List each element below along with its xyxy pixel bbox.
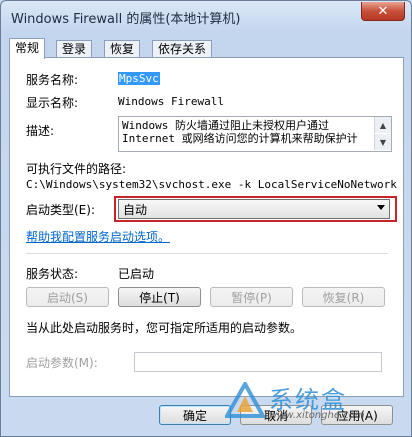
- description-box[interactable]: Windows 防火墙通过阻止未授权用户通过 Internet 或网络访问您的计…: [118, 116, 392, 152]
- start-params-label: 启动参数(M):: [26, 356, 98, 370]
- scroll-down-icon[interactable]: ▼: [374, 134, 391, 150]
- section-divider: [26, 253, 388, 254]
- exe-path-value: C:\Windows\system32\svchost.exe -k Local…: [26, 178, 397, 191]
- service-status-label: 服务状态:: [26, 267, 79, 281]
- start-params-hint: 当从此处启动服务时，您可指定所适用的启动参数。: [26, 321, 303, 335]
- description-value: Windows 防火墙通过阻止未授权用户通过 Internet 或网络访问您的计…: [122, 119, 358, 145]
- startup-type-label: 启动类型(E):: [26, 203, 95, 217]
- start-params-input[interactable]: [134, 352, 382, 372]
- tab-recovery[interactable]: 恢复: [104, 40, 141, 57]
- general-panel: 服务名称: MpsSvc 显示名称: Windows Firewall 描述: …: [9, 57, 404, 397]
- display-name-label: 显示名称:: [26, 96, 79, 110]
- watermark-url: www.xitonghe.com: [269, 410, 365, 421]
- scroll-up-icon[interactable]: ▲: [374, 117, 391, 133]
- tab-logon[interactable]: 登录: [56, 40, 93, 57]
- watermark: 系统盒 www.xitonghe.com: [225, 382, 395, 424]
- service-name-label: 服务名称:: [26, 73, 79, 87]
- stop-button[interactable]: 停止(T): [118, 287, 201, 307]
- close-button[interactable]: ✕: [361, 2, 405, 21]
- ok-button[interactable]: 确定: [159, 405, 231, 425]
- description-label: 描述:: [26, 124, 55, 138]
- tab-dependencies[interactable]: 依存关系: [152, 40, 213, 57]
- resume-button[interactable]: 恢复(R): [302, 287, 385, 307]
- display-name-value[interactable]: Windows Firewall: [118, 95, 224, 108]
- chevron-down-icon: [377, 205, 385, 210]
- start-button[interactable]: 启动(S): [26, 287, 109, 307]
- service-status-value: 已启动: [118, 267, 155, 281]
- service-name-value[interactable]: MpsSvc: [118, 72, 160, 85]
- startup-type-value: 自动: [123, 203, 148, 217]
- title-bar[interactable]: Windows Firewall 的属性(本地计算机) ✕: [1, 1, 411, 31]
- watermark-logo-icon: [225, 382, 265, 418]
- startup-help-link[interactable]: 帮助我配置服务启动选项。: [26, 228, 170, 245]
- startup-type-select[interactable]: 自动: [118, 199, 390, 219]
- pause-button[interactable]: 暂停(P): [210, 287, 293, 307]
- properties-dialog: Windows Firewall 的属性(本地计算机) ✕ 常规 登录 恢复 依…: [0, 0, 412, 437]
- tab-general[interactable]: 常规: [9, 38, 46, 59]
- close-icon: ✕: [377, 3, 389, 19]
- window-title: Windows Firewall 的属性(本地计算机): [11, 12, 241, 27]
- exe-path-label: 可执行文件的路径:: [26, 162, 127, 176]
